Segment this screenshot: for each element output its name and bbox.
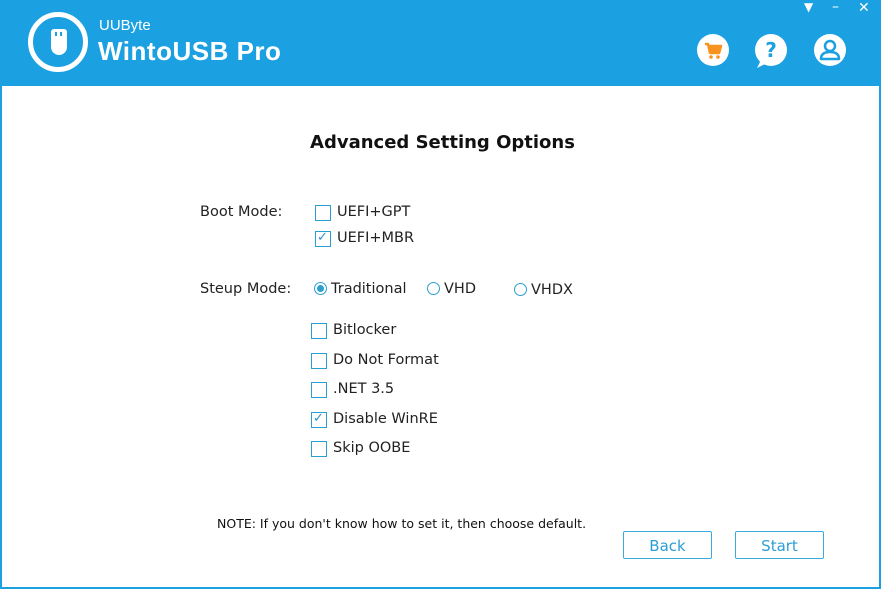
vhd-label[interactable]: VHD	[444, 281, 476, 297]
close-button[interactable]: ✕	[858, 0, 870, 16]
vhd-radio[interactable]	[427, 282, 440, 295]
setup-mode-label: Steup Mode:	[200, 281, 292, 297]
page-title: Advanced Setting Options	[310, 132, 575, 153]
app-window: UUByte WintoUSB Pro ▼ – ✕ ? Advanced Set…	[0, 0, 881, 589]
usb-drive-icon	[28, 12, 88, 72]
disable-winre-label[interactable]: Disable WinRE	[333, 411, 438, 427]
menu-dropdown-icon[interactable]: ▼	[804, 0, 813, 14]
vhdx-radio[interactable]	[514, 283, 527, 296]
start-button[interactable]: Start	[735, 531, 824, 559]
traditional-label[interactable]: Traditional	[331, 281, 407, 297]
do-not-format-checkbox[interactable]	[311, 353, 327, 369]
dotnet35-label[interactable]: .NET 3.5	[333, 381, 394, 397]
minimize-button[interactable]: –	[832, 0, 839, 15]
svg-text:?: ?	[765, 38, 777, 62]
vhdx-label[interactable]: VHDX	[531, 282, 573, 298]
disable-winre-checkbox[interactable]	[311, 411, 327, 428]
brand-company: UUByte	[99, 17, 151, 34]
note-text: NOTE: If you don't know how to set it, t…	[217, 516, 587, 531]
dotnet35-checkbox[interactable]	[311, 382, 327, 398]
uefi-mbr-checkbox[interactable]	[315, 230, 331, 247]
traditional-radio[interactable]	[314, 282, 327, 295]
uefi-mbr-label[interactable]: UEFI+MBR	[337, 230, 414, 246]
boot-mode-label: Boot Mode:	[200, 204, 283, 220]
title-bar: UUByte WintoUSB Pro ▼ – ✕ ?	[0, 0, 881, 86]
skip-oobe-checkbox[interactable]	[311, 441, 327, 457]
uefi-gpt-label[interactable]: UEFI+GPT	[337, 204, 410, 220]
back-button[interactable]: Back	[623, 531, 712, 559]
bitlocker-label[interactable]: Bitlocker	[333, 322, 396, 338]
account-icon[interactable]	[814, 34, 846, 66]
cart-icon[interactable]	[697, 34, 729, 66]
do-not-format-label[interactable]: Do Not Format	[333, 352, 439, 368]
uefi-gpt-checkbox[interactable]	[315, 205, 331, 221]
bitlocker-checkbox[interactable]	[311, 323, 327, 339]
app-title: WintoUSB Pro	[98, 36, 282, 66]
skip-oobe-label[interactable]: Skip OOBE	[333, 440, 410, 456]
help-icon[interactable]: ?	[755, 34, 787, 68]
